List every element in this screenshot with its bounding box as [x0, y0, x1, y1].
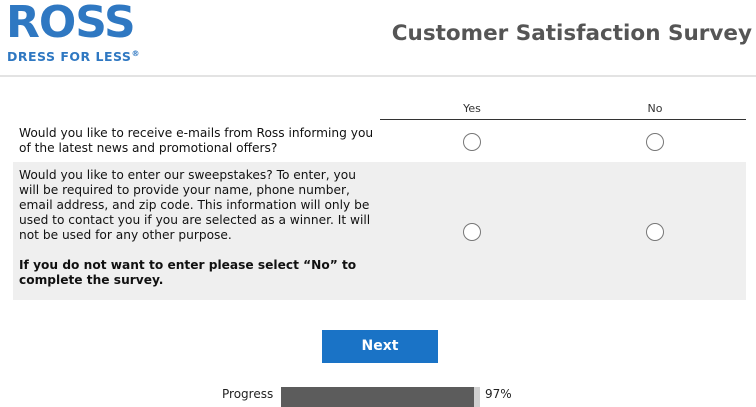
sweepstakes-no-radio[interactable] [646, 223, 664, 241]
next-button[interactable]: Next [322, 330, 438, 363]
registered-mark: ® [131, 49, 140, 58]
email-optin-no-radio[interactable] [646, 133, 664, 151]
page-header: ROSS DRESS FOR LESS® Customer Satisfacti… [0, 0, 756, 77]
progress-bar-fill [281, 387, 475, 407]
sweepstakes-yes-radio[interactable] [463, 223, 481, 241]
column-header-no: No [647, 102, 663, 115]
question-note-sweepstakes: If you do not want to enter please selec… [19, 258, 357, 287]
logo-tagline: DRESS FOR LESS® [7, 49, 140, 64]
logo-wordmark: ROSS [6, 0, 136, 48]
progress-label: Progress [222, 387, 274, 401]
column-header-row: Yes No [13, 98, 746, 120]
question-row-email-optin: Would you like to receive e-mails from R… [13, 120, 746, 162]
question-text-email-optin: Would you like to receive e-mails from R… [19, 126, 374, 155]
question-text-sweepstakes: Would you like to enter our sweepstakes?… [19, 168, 371, 242]
question-block-sweepstakes: Would you like to enter our sweepstakes?… [19, 168, 375, 288]
progress-percent: 97% [485, 387, 512, 401]
ross-logo: ROSS DRESS FOR LESS® [6, 0, 156, 66]
logo-tagline-text: DRESS FOR LESS [7, 49, 132, 64]
question-table: Yes No Would you like to receive e-mails… [13, 98, 746, 300]
column-header-yes: Yes [463, 102, 481, 115]
survey-page: ROSS DRESS FOR LESS® Customer Satisfacti… [0, 0, 756, 407]
email-optin-yes-radio[interactable] [463, 133, 481, 151]
progress-bar [281, 387, 480, 407]
page-title: Customer Satisfaction Survey [391, 21, 752, 46]
question-row-sweepstakes: Would you like to enter our sweepstakes?… [13, 162, 746, 300]
